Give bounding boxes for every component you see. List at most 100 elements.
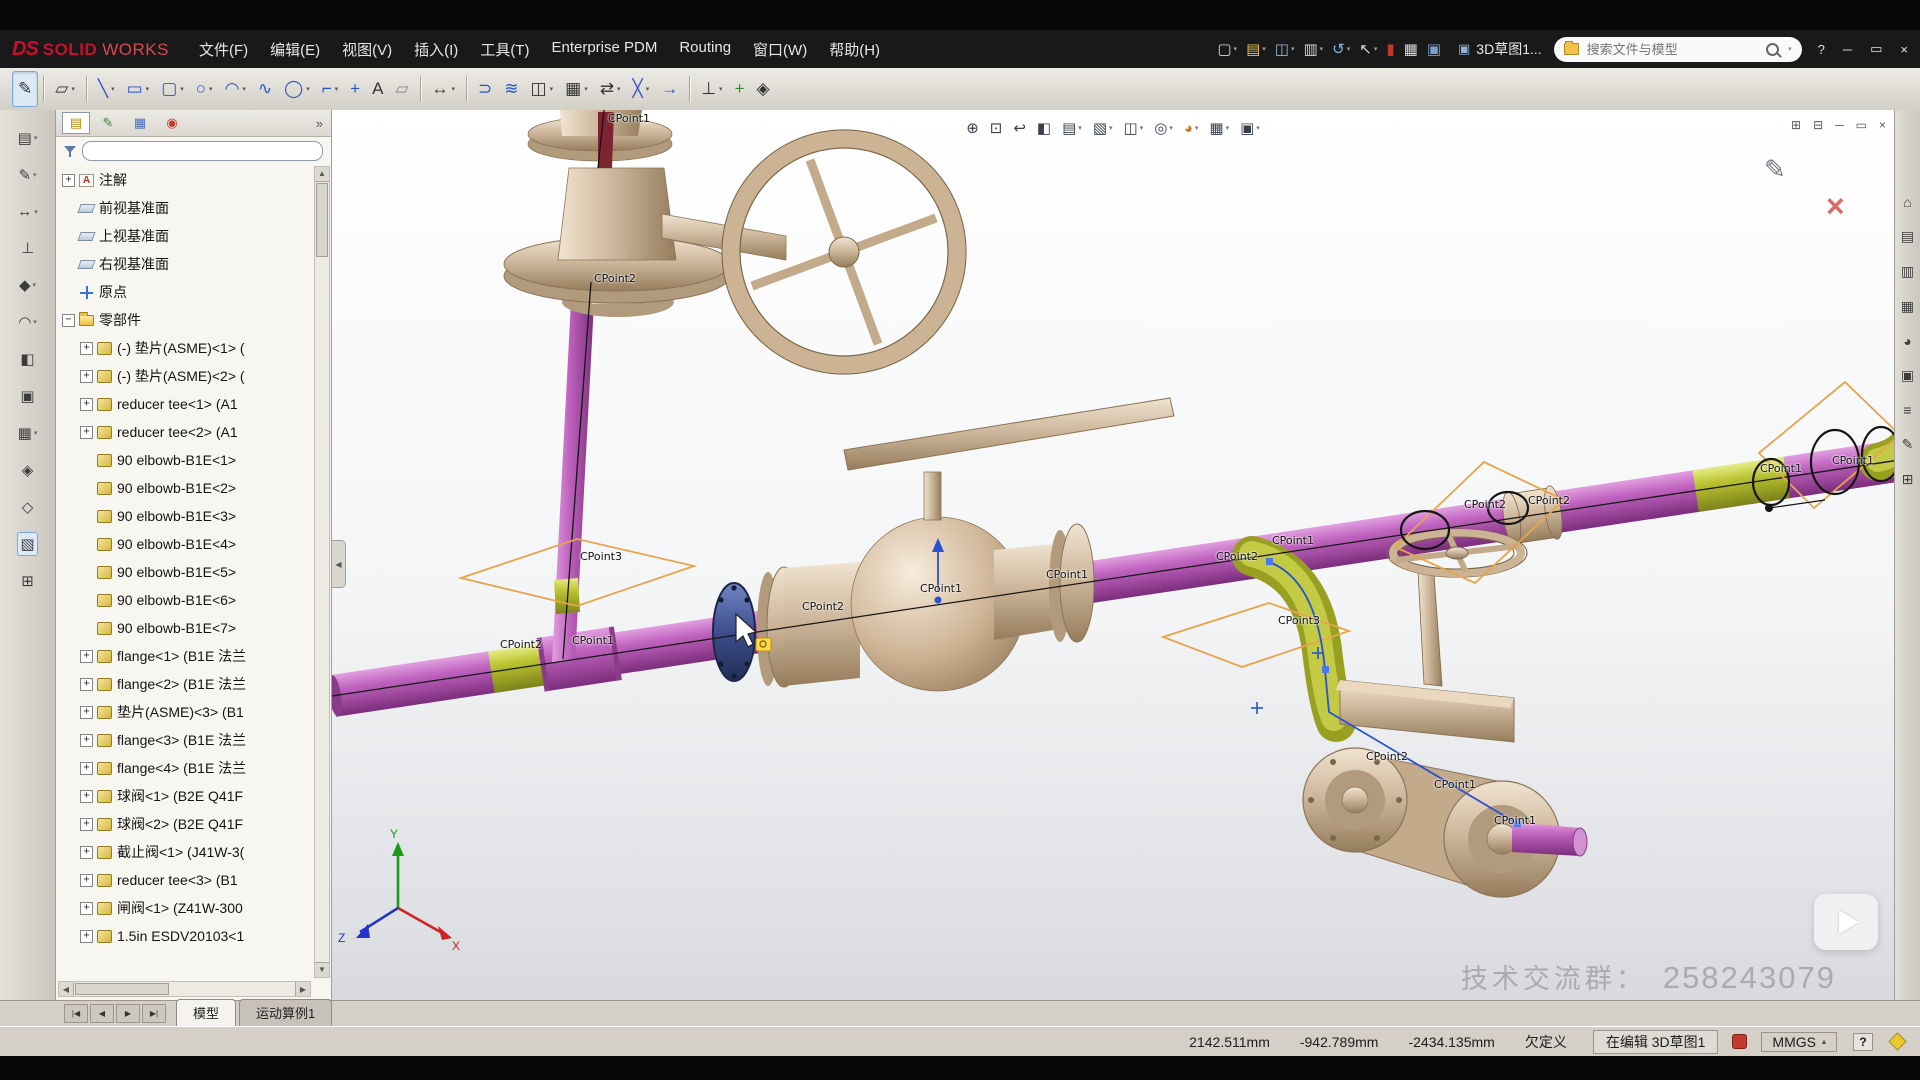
expand-toggle[interactable]: + [80,902,93,915]
erase-icon[interactable]: ▱▾ [49,71,81,107]
panel-chevron-icon[interactable]: » [316,116,325,131]
zoom-area-icon[interactable]: ⊡ [986,116,1007,140]
tree-item[interactable]: +截止阀<1> (J41W-3( [56,838,313,866]
tree-item[interactable]: 90 elbowb-B1E<1> [56,446,313,474]
mirror-entities-icon[interactable]: ◫▾ [525,71,560,107]
configurationmanager-tab[interactable]: ▦ [126,112,154,134]
sketch-entities-icon[interactable]: ✎▾ [15,163,39,187]
scroll-left-icon[interactable]: ◀ [59,982,74,996]
dimxpert-icon[interactable]: ◇ [19,495,37,519]
tree-item[interactable]: +flange<4> (B1E 法兰 [56,754,313,782]
menu-epdm[interactable]: Enterprise PDM [541,34,667,65]
hide-show-items-icon[interactable]: ◎▾ [1150,116,1177,140]
expand-toggle[interactable]: + [80,874,93,887]
view-orientation-icon[interactable]: ▧▾ [1089,116,1117,140]
tree-item[interactable]: 上视基准面 [56,222,313,250]
expand-toggle[interactable]: + [80,370,93,383]
select-cursor-icon[interactable]: ↖▾ [1356,38,1380,60]
menu-view[interactable]: 视图(V) [332,34,402,65]
undo-icon[interactable]: ↺▾ [1329,38,1353,60]
first-tab-button[interactable]: |◀ [64,1004,88,1023]
reference-plane-icon[interactable]: ▱ [389,71,414,107]
3d-scene[interactable]: Y X Z [332,110,1894,1000]
appearances-icon[interactable]: ◕ [1903,333,1911,349]
tree-horizontal-scrollbar[interactable]: ◀ ▶ [58,981,311,997]
routing-tools-icon[interactable]: ▧ [17,532,37,556]
apply-scene-icon[interactable]: ▦▾ [1205,116,1233,140]
search-input[interactable] [1585,41,1760,58]
doc-restore-icon[interactable]: ▭ [1856,118,1867,132]
features-icon[interactable]: ◆▾ [16,273,39,297]
tree-item[interactable]: +reducer tee<3> (B1 [56,866,313,894]
propertymanager-tab[interactable]: ✎ [94,112,122,134]
tree-item[interactable]: 90 elbowb-B1E<2> [56,474,313,502]
scroll-thumb-horizontal[interactable] [75,983,169,995]
expand-toggle[interactable]: + [80,678,93,691]
text-icon[interactable]: A [366,71,389,107]
status-help-button[interactable]: ? [1853,1033,1873,1051]
design-library-icon[interactable]: ▤ [1901,228,1914,245]
scroll-right-icon[interactable]: ▶ [295,982,310,996]
evaluate-icon[interactable]: ◈ [19,458,37,482]
expand-toggle[interactable]: + [80,846,93,859]
smart-dimension-icon[interactable]: ↔▾ [426,71,462,107]
arc-icon[interactable]: ◠▾ [219,71,252,107]
tree-item[interactable]: +A注解 [56,166,313,194]
view-palette-icon[interactable]: ▦ [1901,298,1914,315]
app-minimize-button[interactable]: ─ [1843,42,1852,57]
circle-icon[interactable]: ○▾ [190,71,219,107]
custom-properties-icon[interactable]: ≡ [1903,402,1911,418]
scroll-down-icon[interactable]: ▼ [315,962,329,977]
surfaces-icon[interactable]: ◠▾ [15,310,40,334]
expand-toggle[interactable]: + [80,650,93,663]
far-right-elbow[interactable] [1878,416,1894,462]
featuremanager-tab[interactable]: ▤ [62,112,90,134]
tree-item[interactable]: +垫片(ASME)<3> (B1 [56,698,313,726]
zoom-fit-icon[interactable]: ⊕ [962,116,983,140]
scenes-icon[interactable]: ▣ [1901,367,1914,384]
confirm-corner-sketch-icon[interactable]: ✎ [1764,154,1786,185]
ball-valve[interactable] [713,398,1174,691]
expand-toggle[interactable]: + [80,342,93,355]
mold-tools-icon[interactable]: ▦▾ [15,421,41,445]
scroll-thumb[interactable] [316,183,328,257]
sketch-select-icon[interactable]: ✎ [12,71,38,107]
app-restore-button[interactable]: ▭ [1870,41,1882,57]
tree-item[interactable]: 原点 [56,278,313,306]
units-selector[interactable]: MMGS ▴ [1761,1032,1837,1052]
section-view-icon[interactable]: ◧ [1033,116,1055,140]
expand-toggle[interactable]: + [80,398,93,411]
menu-help[interactable]: 帮助(H) [819,34,890,65]
file-explorer-icon[interactable]: ▥ [1901,263,1914,280]
annotation-visibility-icon[interactable]: ▤▾ [1058,116,1086,140]
expand-toggle[interactable]: + [80,818,93,831]
confirm-corner-cancel-icon[interactable]: × [1826,190,1845,222]
tree-vertical-scrollbar[interactable]: ▲ ▼ [314,166,330,978]
expand-toggle[interactable]: + [62,174,75,187]
tab-motion-study-1[interactable]: 运动算例1 [239,999,332,1026]
next-tab-button[interactable]: ▶ [116,1004,140,1023]
open-document-icon[interactable]: ▤▾ [1243,38,1269,60]
point-icon[interactable]: + [344,71,366,107]
expand-toggle[interactable]: + [80,930,93,943]
rapid-sketch-icon[interactable]: ◈ [751,71,776,107]
spline-icon[interactable]: ∿ [252,71,278,107]
save-document-icon[interactable]: ◫▾ [1272,38,1298,60]
tree-item[interactable]: 90 elbowb-B1E<4> [56,530,313,558]
menu-file[interactable]: 文件(F) [189,34,258,65]
tree-item[interactable]: +flange<2> (B1E 法兰 [56,670,313,698]
tree-item[interactable]: −零部件 [56,306,313,334]
sheet-metal-icon[interactable]: ◧ [17,347,37,371]
expand-toggle[interactable]: + [80,762,93,775]
menu-edit[interactable]: 编辑(E) [260,34,330,65]
expand-toggle[interactable]: + [80,426,93,439]
print-document-icon[interactable]: ▥▾ [1300,38,1326,60]
offset-entities-icon[interactable]: ≋ [498,71,524,107]
search-box[interactable]: ▾ [1554,37,1802,62]
scroll-up-icon[interactable]: ▲ [315,167,329,182]
prev-tab-button[interactable]: ◀ [90,1004,114,1023]
dimensions-relations-icon[interactable]: ↔▾ [14,200,41,223]
tree-item[interactable]: 前视基准面 [56,194,313,222]
filter-input[interactable] [82,141,323,161]
previous-view-icon[interactable]: ↩ [1009,116,1030,140]
